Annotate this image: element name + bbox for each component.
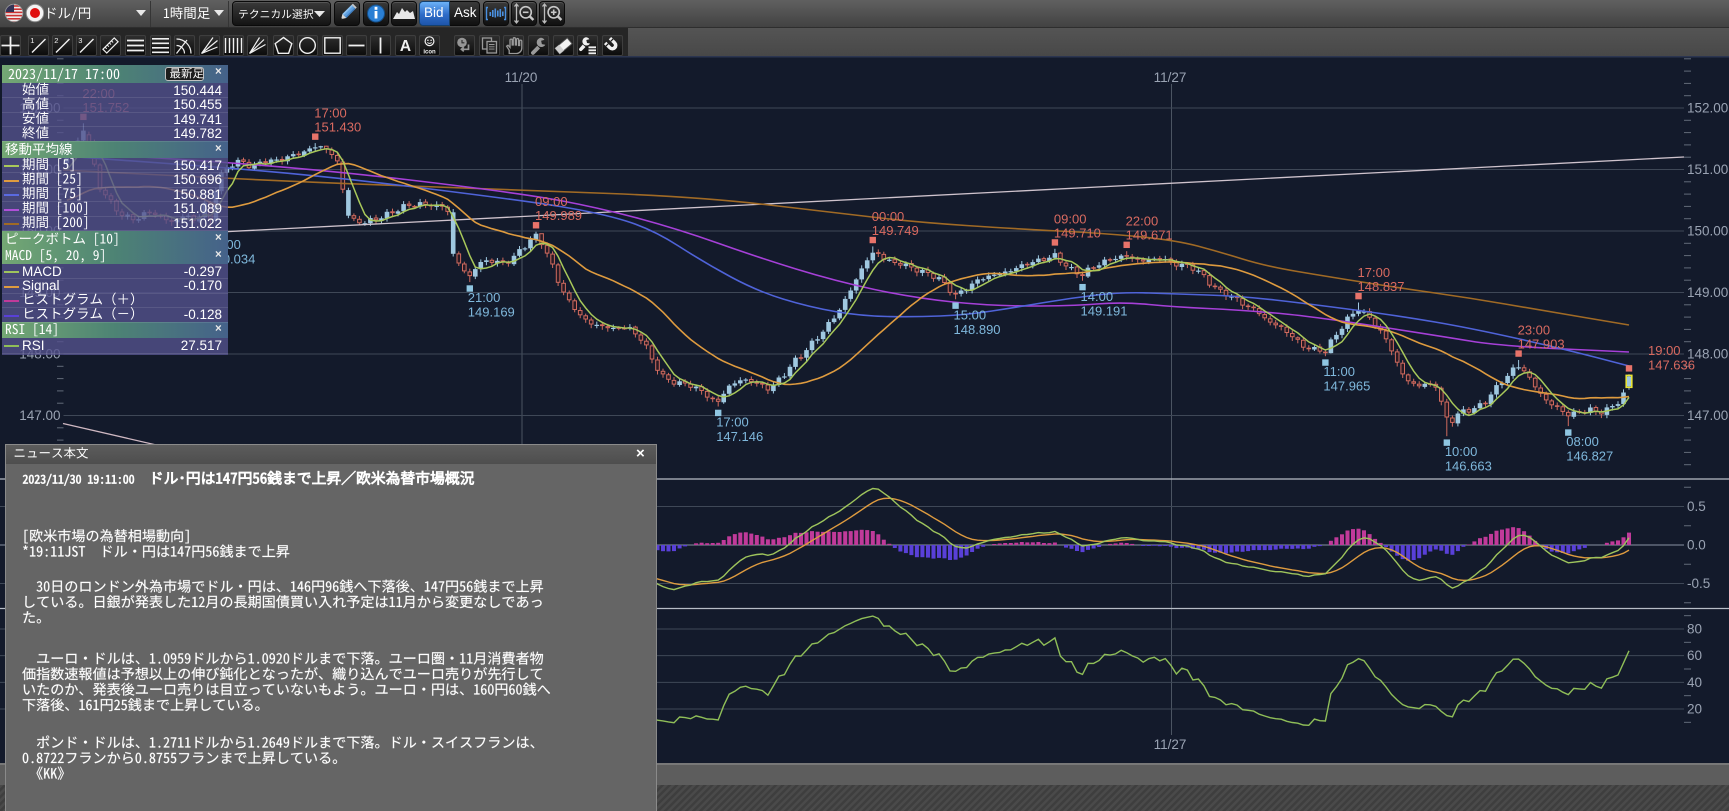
svg-text:09:00: 09:00 — [1054, 211, 1087, 226]
svg-text:17:00: 17:00 — [716, 415, 749, 430]
svg-text:23:00: 23:00 — [1518, 322, 1551, 337]
svg-text:00:00: 00:00 — [872, 209, 905, 224]
svg-text:21:00: 21:00 — [468, 290, 501, 305]
svg-text:14:00: 14:00 — [1081, 289, 1114, 304]
svg-text:151.430: 151.430 — [314, 120, 361, 135]
svg-text:147.146: 147.146 — [716, 429, 763, 444]
svg-text:147.00: 147.00 — [1687, 408, 1728, 423]
svg-text:147.00: 147.00 — [19, 408, 60, 423]
svg-text:80: 80 — [1687, 622, 1702, 637]
svg-text:149.671: 149.671 — [1126, 228, 1173, 243]
svg-text:09:00: 09:00 — [535, 194, 568, 209]
svg-text:147.965: 147.965 — [1323, 379, 1370, 394]
svg-text:148.890: 148.890 — [954, 322, 1001, 337]
svg-text:11/27: 11/27 — [1154, 737, 1187, 752]
svg-text:146.827: 146.827 — [1566, 449, 1613, 464]
svg-text:147.636: 147.636 — [1648, 358, 1695, 373]
svg-text:151.00: 151.00 — [1687, 162, 1728, 177]
svg-text:22:00: 22:00 — [1126, 214, 1159, 229]
svg-text:0.5: 0.5 — [1687, 499, 1706, 514]
svg-text:20: 20 — [1687, 702, 1702, 717]
svg-text:11/27: 11/27 — [1154, 70, 1187, 85]
svg-text:15:00: 15:00 — [954, 307, 987, 322]
svg-text:0.0: 0.0 — [1687, 538, 1706, 553]
svg-text:10:00: 10:00 — [1445, 444, 1478, 459]
svg-text:149.749: 149.749 — [872, 223, 919, 238]
svg-text:40: 40 — [1687, 675, 1702, 690]
svg-text:11:00: 11:00 — [1323, 364, 1355, 379]
svg-text:60: 60 — [1687, 648, 1702, 663]
svg-text:146.663: 146.663 — [1445, 459, 1492, 474]
svg-text:17:00: 17:00 — [1358, 265, 1391, 280]
svg-text:-0.5: -0.5 — [1687, 576, 1710, 591]
svg-text:149.00: 149.00 — [1687, 285, 1728, 300]
svg-text:147.903: 147.903 — [1518, 336, 1565, 351]
svg-text:148.837: 148.837 — [1358, 279, 1405, 294]
svg-text:19:00: 19:00 — [1648, 343, 1681, 358]
svg-text:149.710: 149.710 — [1054, 225, 1101, 240]
svg-text:17:00: 17:00 — [314, 106, 347, 121]
svg-text:08:00: 08:00 — [1566, 434, 1599, 449]
svg-text:150.00: 150.00 — [1687, 224, 1728, 239]
svg-text:11/20: 11/20 — [505, 70, 538, 85]
svg-text:149.191: 149.191 — [1081, 303, 1128, 318]
svg-text:149.169: 149.169 — [468, 305, 515, 320]
svg-text:152.00: 152.00 — [1687, 101, 1728, 116]
svg-text:149.989: 149.989 — [535, 208, 582, 223]
